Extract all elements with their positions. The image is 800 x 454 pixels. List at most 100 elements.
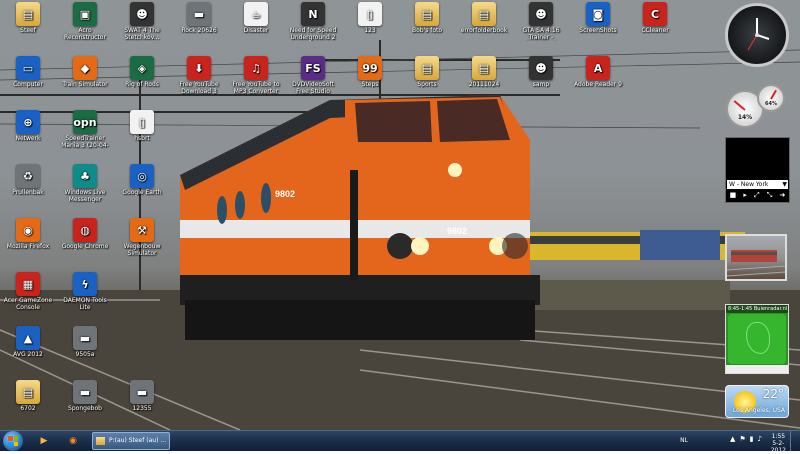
desktop-icon-label: DVDVideoSoft Free Studio: [292, 81, 334, 95]
desktop-icon-image: ▬: [130, 380, 154, 404]
radar-map: [728, 314, 786, 364]
desktop-icon[interactable]: ▤ Sports: [399, 56, 455, 112]
show-desktop-button[interactable]: [790, 431, 800, 451]
desktop-icon[interactable]: ▣ Acro Reconstructor: [57, 2, 113, 58]
desktop-icon[interactable]: ▭ Computer: [0, 56, 56, 112]
desktop-icon-image: ▤: [16, 380, 40, 404]
desktop-icon-label: 123: [364, 27, 376, 34]
slideshow-gadget[interactable]: [725, 234, 787, 281]
desktop-icon-image: ◈: [130, 56, 154, 80]
video-control-icon[interactable]: ➜: [779, 191, 785, 200]
desktop-icon[interactable]: ϟ DAEMON Tools Lite: [57, 272, 113, 328]
desktop-icon-label: Rig of Rods: [125, 81, 159, 88]
tray-icon[interactable]: ♪: [758, 435, 762, 443]
desktop-icon[interactable]: ▦ Acer GameZone Console: [0, 272, 56, 328]
desktop-icon-label: Rock 20626: [181, 27, 217, 34]
radar-controls[interactable]: [726, 365, 788, 373]
desktop-icon-image: ☕: [244, 2, 268, 26]
desktop-icon[interactable]: ⊕ Netwerk: [0, 110, 56, 166]
memory-meter-value: 64%: [765, 101, 777, 107]
desktop-icon[interactable]: FS DVDVideoSoft Free Studio: [285, 56, 341, 112]
desktop-icon[interactable]: ◍ Google Chrome: [57, 218, 113, 274]
desktop-icon[interactable]: ☕ Disaster: [228, 2, 284, 58]
desktop-icon[interactable]: N Need for Speed Underground 2: [285, 2, 341, 58]
desktop-icon[interactable]: ♻ Prullenbak: [0, 164, 56, 220]
clock-gadget[interactable]: [725, 3, 789, 67]
video-control-icon[interactable]: ■: [730, 191, 737, 200]
desktop-icon[interactable]: ▬ 9505a: [57, 326, 113, 382]
desktop-icon-image: 99: [358, 56, 382, 80]
desktop-icon[interactable]: ▬ 12355: [114, 380, 170, 436]
desktop-icon[interactable]: 99 Steps: [342, 56, 398, 112]
desktop-icon-label: errorfolderbook: [460, 27, 508, 34]
desktop-icon-image: ◍: [73, 218, 97, 242]
desktop-icon[interactable]: ♣ Windows Live Messenger: [57, 164, 113, 220]
desktop-icon-label: Acro Reconstructor: [64, 27, 106, 41]
memory-meter-gadget[interactable]: 64%: [757, 84, 785, 112]
desktop-icon-label: hsbrt: [134, 135, 150, 142]
desktop-icon-image: ▦: [16, 272, 40, 296]
desktop-icon-label: Netwerk: [15, 135, 41, 142]
taskbar-window-steef[interactable]: P:(au) Steef (au) ...: [92, 432, 170, 450]
chevron-down-icon[interactable]: ▼: [782, 180, 787, 189]
desktop-icon[interactable]: A Adobe Reader 9: [570, 56, 626, 112]
desktop-icon-image: ▭: [16, 56, 40, 80]
desktop-icon[interactable]: ⚒ Wegenbouw Simulator: [114, 218, 170, 274]
locomotive-front-number: 9802: [447, 226, 467, 236]
desktop-icon[interactable]: ▯ 123: [342, 2, 398, 58]
desktop-icon[interactable]: ◈ Rig of Rods: [114, 56, 170, 112]
desktop-icon[interactable]: ▤ Steef: [0, 2, 56, 58]
desktop-icon-image: ♣: [73, 164, 97, 188]
desktop-icon[interactable]: ☻ SWAT 4 The Stetchkov...: [114, 2, 170, 58]
desktop-icon[interactable]: ▲ AVG 2012: [0, 326, 56, 382]
desktop-icon[interactable]: ▯ hsbrt: [114, 110, 170, 166]
analog-clock-icon: [747, 18, 770, 51]
desktop-icon[interactable]: ♫ Free YouTube to MP3 Converter: [228, 56, 284, 112]
desktop-icon-image: ▤: [415, 56, 439, 80]
media-player-icon[interactable]: ▶: [33, 432, 55, 450]
tray-icons: ▲ ⚑ ▮ ♪: [730, 435, 762, 443]
desktop-icon-image: ♻: [16, 164, 40, 188]
desktop-icon-label: 9505a: [75, 351, 95, 358]
desktop-icon-label: Google Earth: [122, 189, 162, 196]
desktop-icon[interactable]: ◙ ScreenShots: [570, 2, 626, 58]
folder-icon: [96, 437, 105, 445]
desktop-icon[interactable]: ▬ Rock 20626: [171, 2, 227, 58]
taskbar-clock[interactable]: 1:55 5-2-2012: [771, 433, 786, 454]
desktop-icon[interactable]: ◆ Train Simulator: [57, 56, 113, 112]
weather-gadget[interactable]: 22° Los Angeles, USA: [725, 385, 789, 418]
locomotive-side-number: 9802: [275, 189, 295, 199]
rain-radar-gadget[interactable]: 8:45-1:45 Buienradar.nl: [725, 304, 789, 374]
desktop-icon-image: ▤: [415, 2, 439, 26]
language-indicator[interactable]: NL: [680, 437, 688, 444]
locomotive: 9802 9802: [180, 95, 540, 340]
video-gadget[interactable]: W - New York ▼ ■ ▸ ⤢ ⤡ ➜: [725, 137, 790, 203]
video-channel-select[interactable]: W - New York ▼: [727, 180, 788, 189]
firefox-icon[interactable]: ◉: [62, 432, 84, 450]
desktop-icon[interactable]: ▤ 6702: [0, 380, 56, 436]
desktop-icon[interactable]: ☻GTA SA 4:16 Trainer - Download: [513, 2, 569, 58]
desktop-icon-label: SWAT 4 The Stetchkov...: [124, 27, 160, 41]
weather-temperature: 22°: [762, 387, 784, 401]
video-control-icon[interactable]: ▸: [743, 191, 747, 200]
desktop-icon[interactable]: ◉ Mozilla Firefox: [0, 218, 56, 274]
desktop-icon[interactable]: ◎ Google Earth: [114, 164, 170, 220]
desktop-icon[interactable]: ☻ samp: [513, 56, 569, 112]
desktop-icon-label: 12355: [132, 405, 152, 412]
desktop-icon[interactable]: opnSpeedTrainer Mania 3 (20-04-2011): [57, 110, 113, 166]
tray-icon[interactable]: ⚑: [739, 435, 745, 443]
desktop-icon[interactable]: C CCleaner: [627, 2, 683, 58]
video-control-icon[interactable]: ⤢: [754, 191, 760, 200]
taskbar-window-label: P:(au) Steef (au) ...: [109, 437, 167, 444]
desktop-icon[interactable]: ▤ errorfolderbook: [456, 2, 512, 58]
cpu-meter-needle: [733, 100, 746, 111]
video-control-icon[interactable]: ⤡: [767, 191, 773, 200]
desktop-icon[interactable]: ▤ 20111024: [456, 56, 512, 112]
desktop-icon[interactable]: ▤ Bob's foto: [399, 2, 455, 58]
start-button[interactable]: [3, 431, 23, 451]
desktop-icon[interactable]: ⬇ Free YouTube Download 3: [171, 56, 227, 112]
tray-icon[interactable]: ▮: [750, 435, 754, 443]
windows-logo-icon: [8, 436, 18, 446]
desktop-icon[interactable]: ▬ Spongebob: [57, 380, 113, 436]
tray-icon[interactable]: ▲: [730, 435, 735, 443]
